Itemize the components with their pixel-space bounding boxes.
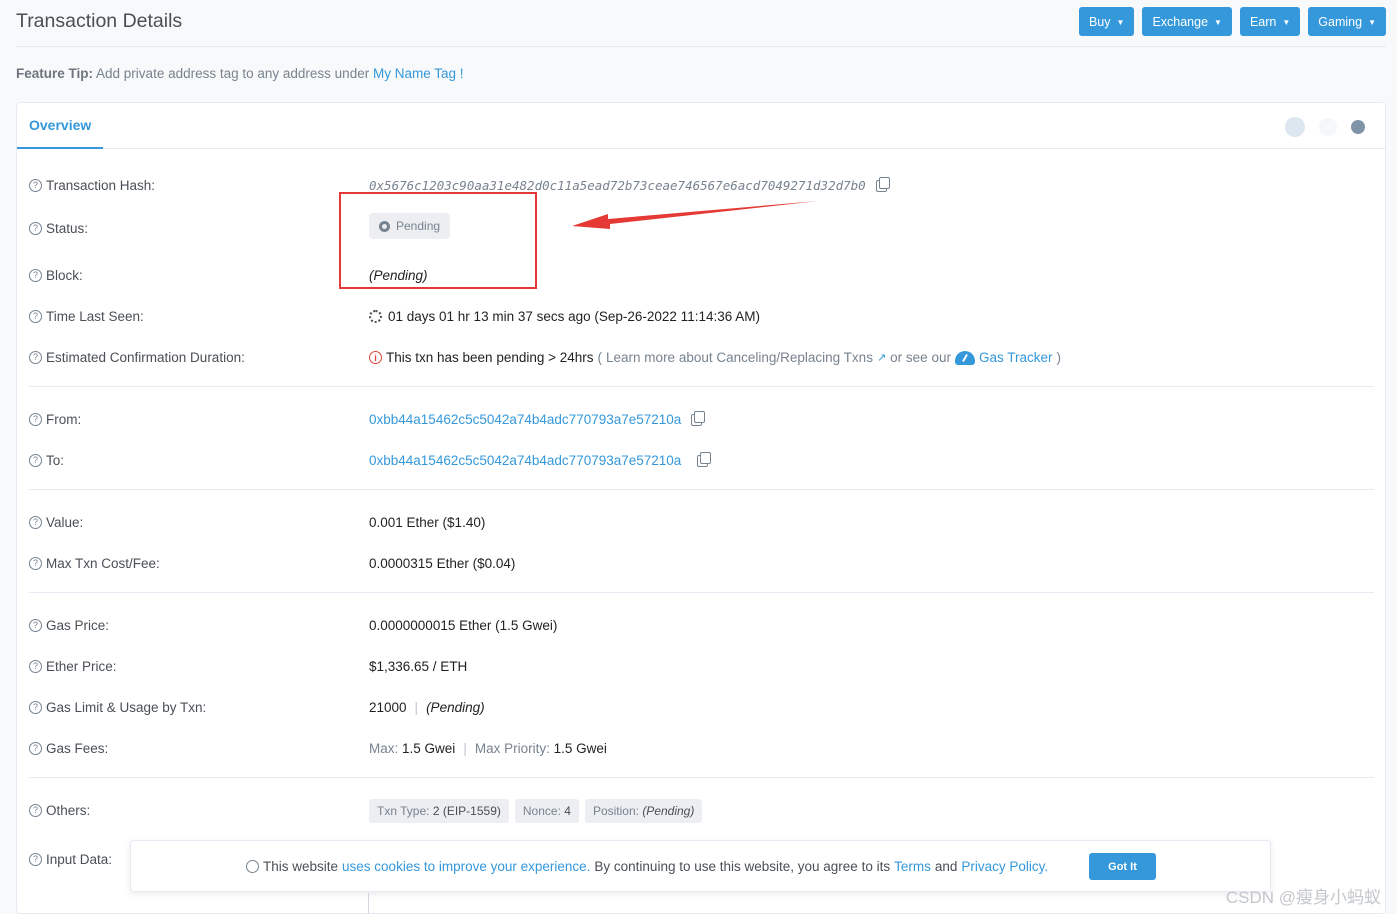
txn-type-chip: Txn Type: 2 (EIP-1559) <box>369 799 509 823</box>
row-gas-price: ? Gas Price: 0.0000000015 Ether (1.5 Gwei… <box>29 612 1374 642</box>
header-buttons: Buy ▼ Exchange ▼ Earn ▼ Gaming ▼ <box>1078 7 1386 36</box>
label: Max Txn Cost/Fee: <box>46 556 160 571</box>
help-icon[interactable]: ? <box>29 516 42 529</box>
input-data-box[interactable] <box>368 893 1371 914</box>
row-max-txn-fee: ? Max Txn Cost/Fee: 0.0000315 Ether ($0.0… <box>29 550 1374 580</box>
help-icon[interactable]: ? <box>29 179 42 192</box>
gas-price-value: 0.0000000015 Ether (1.5 Gwei) <box>369 618 558 633</box>
max-fee-value: 0.0000315 Ether ($0.04) <box>369 556 516 571</box>
time-last-seen-value: 01 days 01 hr 13 min 37 secs ago (Sep-26… <box>388 309 760 324</box>
label: Status: <box>46 221 89 236</box>
help-icon[interactable]: ? <box>29 351 42 364</box>
label: Time Last Seen: <box>46 309 144 324</box>
help-icon[interactable]: ? <box>29 222 42 235</box>
value-amount: 0.001 Ether ($1.40) <box>369 515 486 530</box>
label: Transaction Hash: <box>46 178 156 193</box>
label: From: <box>46 412 82 427</box>
buy-button[interactable]: Buy ▼ <box>1078 7 1135 36</box>
chevron-down-icon: ▼ <box>1282 18 1291 27</box>
row-block: ? Block: (Pending) <box>29 262 1374 292</box>
my-name-tag-link[interactable]: My Name Tag <box>373 66 456 81</box>
help-icon[interactable]: ? <box>29 804 42 817</box>
row-gas-limit: ? Gas Limit & Usage by Txn: 21000 | (Pend… <box>29 694 1374 724</box>
gas-limit-value: 21000 <box>369 700 407 715</box>
row-time-last-seen: ? Time Last Seen: 01 days 01 hr 13 min 37… <box>29 303 1374 333</box>
label: Estimated Confirmation Duration: <box>46 350 245 365</box>
help-icon[interactable]: ? <box>29 454 42 467</box>
row-to: ? To: 0xbb44a15462c5c5042a74b4adc770793a7… <box>29 447 1374 477</box>
label: Value: <box>46 515 84 530</box>
label: Others: <box>46 803 91 818</box>
watermark: CSDN @瘦身小蚂蚁 <box>1225 888 1381 907</box>
external-link-icon: ↗ <box>876 352 887 364</box>
spinner-icon <box>369 310 382 323</box>
annotation-arrow-icon <box>572 201 818 229</box>
divider <box>29 777 1374 778</box>
help-icon[interactable]: ? <box>29 619 42 632</box>
chevron-down-icon: ▼ <box>1368 18 1376 27</box>
page-header: Transaction Details Buy ▼ Exchange ▼ Earn ▼… <box>16 0 1386 47</box>
gas-tracker-link[interactable]: Gas Tracker <box>979 350 1053 365</box>
gaming-button[interactable]: Gaming ▼ <box>1308 7 1386 36</box>
help-icon[interactable]: ? <box>29 853 42 866</box>
feature-tip: Feature Tip: Add private address tag to … <box>16 66 464 81</box>
annotation-highlight-box <box>339 192 537 289</box>
row-ether-price: ? Ether Price: $1,336.65 / ETH <box>29 653 1374 683</box>
help-icon[interactable]: ? <box>29 557 42 570</box>
nonce-chip: Nonce: 4 <box>514 799 579 823</box>
to-address-link[interactable]: 0xbb44a15462c5c5042a74b4adc770793a7e5721… <box>369 453 681 468</box>
cookie-banner: This website uses cookies to improve you… <box>130 840 1271 892</box>
cookie-icon <box>246 860 259 873</box>
divider <box>29 592 1374 593</box>
tab-dots <box>1285 117 1365 137</box>
copy-icon[interactable] <box>875 176 890 192</box>
dot-icon[interactable] <box>1319 118 1337 136</box>
copy-icon[interactable] <box>697 451 712 467</box>
row-estimated-confirmation: ? Estimated Confirmation Duration: i This… <box>29 344 1374 374</box>
label: To: <box>46 453 65 468</box>
cookies-link[interactable]: uses cookies to improve your experience. <box>342 859 590 874</box>
learn-more-link[interactable]: Learn more about Canceling/Replacing Txn… <box>606 350 873 365</box>
position-chip: Position: (Pending) <box>584 799 703 823</box>
divider <box>29 386 1374 387</box>
dot-icon[interactable] <box>1351 120 1365 134</box>
label: Block: <box>46 268 83 283</box>
ether-price-value: $1,336.65 / ETH <box>369 659 468 674</box>
exchange-button[interactable]: Exchange ▼ <box>1142 7 1232 36</box>
help-icon[interactable]: ? <box>29 742 42 755</box>
warning-icon: i <box>369 351 382 364</box>
row-value: ? Value: 0.001 Ether ($1.40) <box>29 509 1374 539</box>
row-others: ? Others: Txn Type: 2 (EIP-1559) Nonce: 4… <box>29 797 1374 827</box>
tab-overview[interactable]: Overview <box>17 103 104 149</box>
page-title: Transaction Details <box>16 10 183 32</box>
gas-fees-priority: 1.5 Gwei <box>553 741 607 756</box>
label: Gas Limit & Usage by Txn: <box>46 700 207 715</box>
card-tabs: Overview <box>17 103 1385 149</box>
help-icon[interactable]: ? <box>29 701 42 714</box>
chevron-down-icon: ▼ <box>1214 18 1222 27</box>
help-icon[interactable]: ? <box>29 413 42 426</box>
copy-icon[interactable] <box>691 410 706 426</box>
row-from: ? From: 0xbb44a15462c5c5042a74b4adc770793… <box>29 406 1374 436</box>
label: Input Data: <box>46 852 113 867</box>
terms-link[interactable]: Terms <box>894 859 931 874</box>
gas-usage-value: (Pending) <box>426 700 485 715</box>
help-icon[interactable]: ? <box>29 310 42 323</box>
chevron-down-icon: ▼ <box>1116 18 1125 27</box>
divider <box>29 489 1374 490</box>
got-it-button[interactable]: Got It <box>1089 853 1156 880</box>
dot-icon[interactable] <box>1285 117 1305 137</box>
label: Gas Price: <box>46 618 110 633</box>
from-address-link[interactable]: 0xbb44a15462c5c5042a74b4adc770793a7e5721… <box>369 412 681 427</box>
gas-tracker-icon <box>954 350 975 365</box>
transaction-hash-value: 0x5676c1203c90aa31e482d0c11a5ead72b73cea… <box>369 178 866 193</box>
help-icon[interactable]: ? <box>29 660 42 673</box>
earn-button[interactable]: Earn ▼ <box>1239 7 1301 36</box>
help-icon[interactable]: ? <box>29 269 42 282</box>
privacy-policy-link[interactable]: Privacy Policy. <box>961 859 1048 874</box>
gas-fees-max: 1.5 Gwei <box>402 741 456 756</box>
label: Gas Fees: <box>46 741 109 756</box>
row-gas-fees: ? Gas Fees: Max: 1.5 Gwei | Max Priority:… <box>29 735 1374 765</box>
label: Ether Price: <box>46 659 117 674</box>
